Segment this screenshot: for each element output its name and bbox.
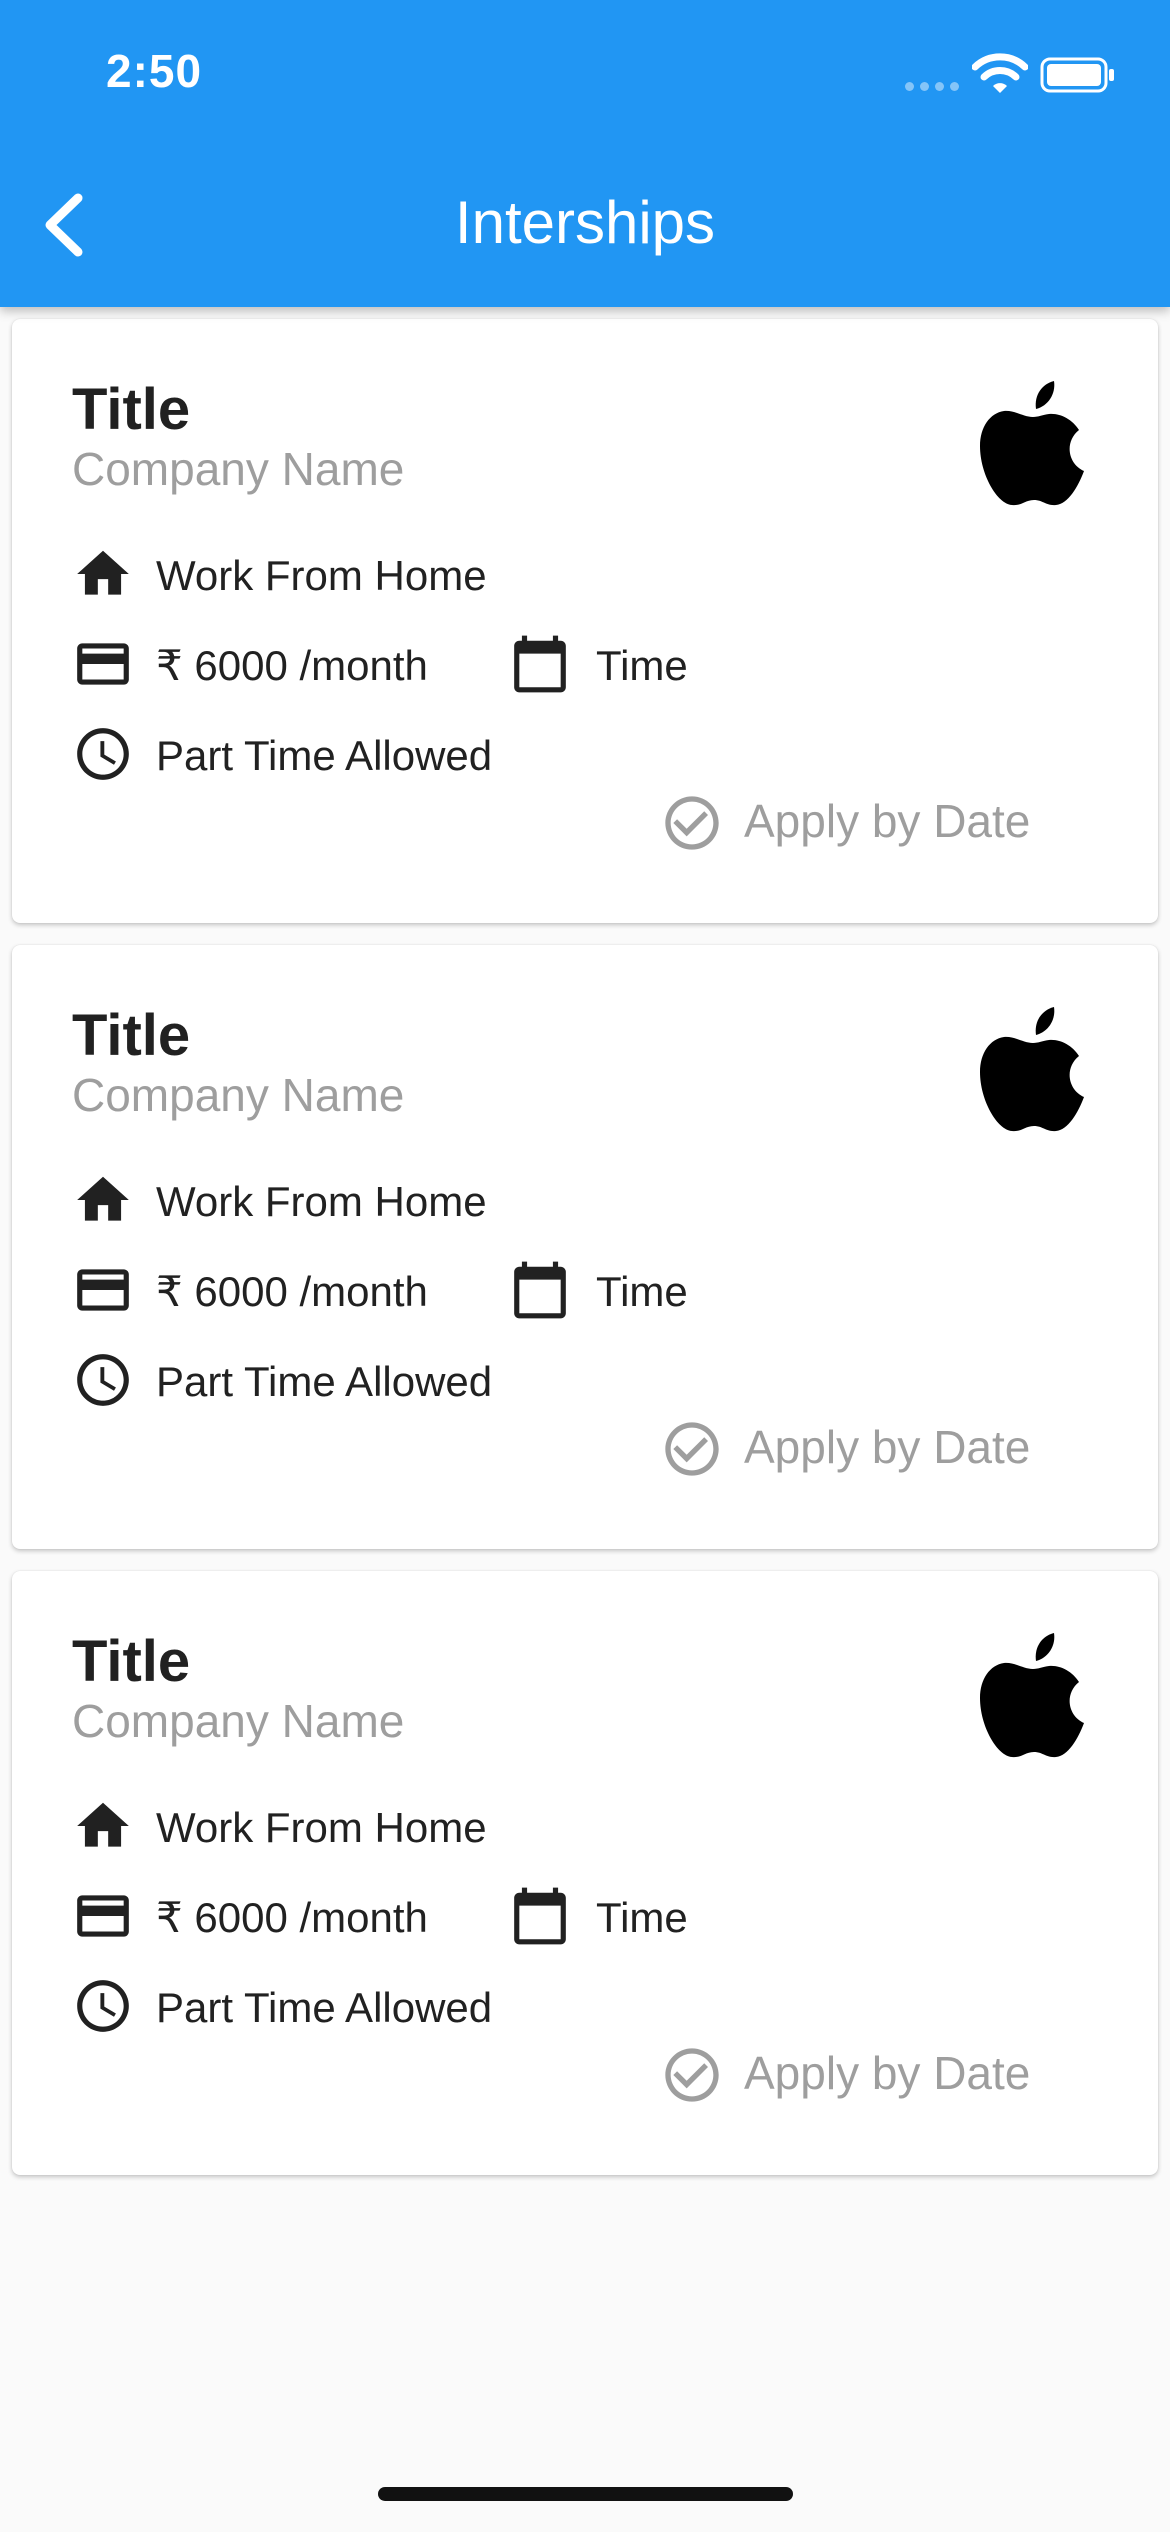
clock-icon: [77, 1354, 129, 1406]
check-circle-icon: [665, 1422, 719, 1476]
check-circle-icon: [665, 2048, 719, 2102]
home-icon: [77, 550, 129, 595]
cellular-signal-icon: [905, 82, 961, 94]
internship-card[interactable]: Title Company Name Work From Home ₹ 6000…: [12, 1571, 1158, 2175]
app-bar: 2:50 Interships: [0, 0, 1170, 307]
apply-by-date[interactable]: Apply by Date: [744, 2043, 1030, 2103]
apple-logo-icon: [980, 381, 1084, 506]
company-name: Company Name: [72, 1695, 405, 1747]
company-name: Company Name: [72, 1069, 405, 1121]
location-text: Work From Home: [156, 552, 487, 599]
apply-by-date[interactable]: Apply by Date: [744, 791, 1030, 851]
stipend-text: ₹ 6000 /month: [156, 1894, 428, 1941]
battery-icon: [1040, 57, 1114, 93]
company-name: Company Name: [72, 443, 405, 495]
duration-text: Time: [596, 642, 688, 689]
internship-card[interactable]: Title Company Name Work From Home ₹ 6000…: [12, 319, 1158, 923]
page-title: Interships: [454, 189, 716, 256]
home-icon: [77, 1802, 129, 1847]
check-circle-icon: [665, 796, 719, 850]
calendar-icon: [514, 1887, 566, 1945]
credit-card-icon: [77, 643, 129, 685]
location-text: Work From Home: [156, 1804, 487, 1851]
internship-card[interactable]: Title Company Name Work From Home ₹ 6000…: [12, 945, 1158, 1549]
part-time-text: Part Time Allowed: [156, 732, 493, 779]
wifi-icon: [972, 53, 1028, 93]
home-icon: [77, 1176, 129, 1221]
credit-card-icon: [77, 1269, 129, 1311]
credit-card-icon: [77, 1895, 129, 1937]
part-time-text: Part Time Allowed: [156, 1358, 493, 1405]
card-title: Title: [72, 377, 191, 442]
stipend-text: ₹ 6000 /month: [156, 1268, 428, 1315]
clock-icon: [77, 1980, 129, 2032]
home-indicator[interactable]: [378, 2487, 793, 2501]
clock-icon: [77, 728, 129, 780]
card-title: Title: [72, 1629, 191, 1694]
calendar-icon: [514, 1261, 566, 1319]
part-time-text: Part Time Allowed: [156, 1984, 493, 2031]
card-title: Title: [72, 1003, 191, 1068]
stipend-text: ₹ 6000 /month: [156, 642, 428, 689]
apple-logo-icon: [980, 1633, 1084, 1758]
calendar-icon: [514, 635, 566, 693]
apple-logo-icon: [980, 1007, 1084, 1132]
location-text: Work From Home: [156, 1178, 487, 1225]
status-time: 2:50: [106, 45, 203, 97]
duration-text: Time: [596, 1894, 688, 1941]
duration-text: Time: [596, 1268, 688, 1315]
apply-by-date[interactable]: Apply by Date: [744, 1417, 1030, 1477]
